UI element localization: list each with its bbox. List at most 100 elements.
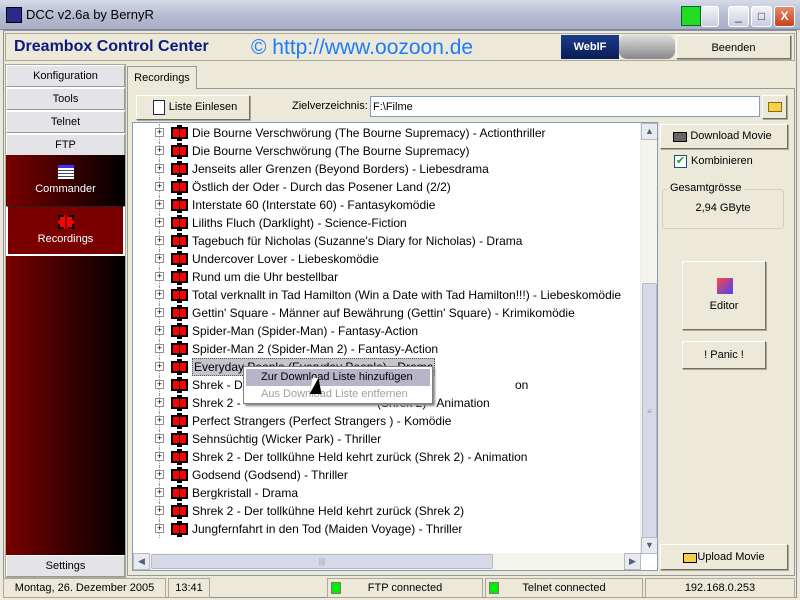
hand-icon	[673, 132, 687, 142]
sidebar-item-recordings[interactable]: Recordings	[6, 206, 125, 256]
sidebar-telnet[interactable]: Telnet	[6, 111, 125, 133]
list-item[interactable]: + Spider-Man 2 (Spider-Man 2) - Fantasy-A…	[133, 340, 641, 358]
upload-movie-button[interactable]: Upload Movie	[660, 544, 788, 570]
expand-icon[interactable]: +	[155, 434, 164, 443]
expand-icon[interactable]: +	[155, 398, 164, 407]
list-item[interactable]: + Jenseits aller Grenzen (Beyond Borders)…	[133, 160, 641, 178]
expand-icon[interactable]: +	[155, 182, 164, 191]
list-item[interactable]: + Östlich der Oder - Durch das Posener La…	[133, 178, 641, 196]
recording-title: Interstate 60 (Interstate 60) - Fantasyk…	[192, 198, 436, 212]
list-item[interactable]: + Perfect Strangers (Perfect Strangers ) …	[133, 412, 641, 430]
expand-icon[interactable]: +	[155, 506, 164, 515]
download-label: Download Movie	[690, 130, 772, 142]
recording-title: Shrek 2 - Der tollkühne Held kehrt zurüc…	[192, 504, 465, 518]
expand-icon[interactable]: +	[155, 290, 164, 299]
horizontal-scroll-thumb[interactable]: |||	[151, 554, 493, 569]
panic-button[interactable]: ! Panic !	[682, 341, 766, 369]
expand-icon[interactable]: +	[155, 380, 164, 389]
film-icon	[171, 467, 188, 483]
expand-icon[interactable]: +	[155, 200, 164, 209]
list-item[interactable]: + Tagebuch für Nicholas (Suzanne's Diary …	[133, 232, 641, 250]
expand-icon[interactable]: +	[155, 254, 164, 263]
list-item[interactable]: + Rund um die Uhr bestellbar	[133, 268, 641, 286]
recording-title: Shrek - D	[192, 378, 243, 392]
menu-item-add-to-download[interactable]: Zur Download Liste hinzufügen	[246, 369, 430, 386]
download-movie-button[interactable]: Download Movie	[660, 124, 788, 149]
expand-icon[interactable]: +	[155, 272, 164, 281]
expand-icon[interactable]: +	[155, 452, 164, 461]
combine-checkbox[interactable]: ✔	[674, 155, 687, 168]
app-icon	[6, 7, 22, 23]
list-item[interactable]: + Gettin' Square - Männer auf Bewährung (…	[133, 304, 641, 322]
scroll-up-button[interactable]: ▲	[641, 123, 657, 140]
list-item[interactable]: + Shrek 2 - Der tollkühne Held kehrt zurü…	[133, 502, 641, 520]
scroll-left-button[interactable]: ◀	[133, 553, 150, 570]
expand-icon[interactable]: +	[155, 236, 164, 245]
scroll-down-button[interactable]: ▼	[641, 537, 657, 554]
sidebar-ftp[interactable]: FTP	[6, 134, 125, 156]
expand-icon[interactable]: +	[155, 470, 164, 479]
recordings-tree[interactable]: + Die Bourne Verschwörung (The Bourne Sup…	[132, 122, 658, 571]
recording-title: Bergkristall - Drama	[192, 486, 299, 500]
expand-icon[interactable]: +	[155, 326, 164, 335]
expand-icon[interactable]: +	[155, 128, 164, 137]
sidebar-settings[interactable]: Settings	[6, 555, 125, 577]
editor-button[interactable]: Editor	[682, 261, 766, 330]
expand-icon[interactable]: +	[155, 146, 164, 155]
restore-icon[interactable]	[701, 6, 719, 27]
horizontal-scrollbar[interactable]: ◀ ||| ▶	[133, 553, 641, 570]
expand-icon[interactable]: +	[155, 218, 164, 227]
recording-title: Sehnsüchtig (Wicker Park) - Thriller	[192, 432, 382, 446]
tab-recordings[interactable]: Recordings	[127, 66, 197, 89]
status-ip: 192.168.0.253	[645, 578, 795, 598]
list-item[interactable]: + Spider-Man (Spider-Man) - Fantasy-Actio…	[133, 322, 641, 340]
list-item[interactable]: + Total verknallt in Tad Hamilton (Win a …	[133, 286, 641, 304]
context-menu: Zur Download Liste hinzufügen Aus Downlo…	[243, 366, 433, 404]
film-icon	[171, 395, 188, 411]
sidebar-item-commander[interactable]: Commander	[6, 157, 125, 207]
minimize-button[interactable]: _	[728, 6, 749, 27]
list-item[interactable]: + Die Bourne Verschwörung (The Bourne Sup…	[133, 142, 641, 160]
expand-icon[interactable]: +	[155, 488, 164, 497]
expand-icon[interactable]: +	[155, 308, 164, 317]
tray-icon[interactable]	[681, 6, 701, 26]
close-button[interactable]: X	[774, 6, 795, 27]
menu-item-remove-from-download[interactable]: Aus Download Liste entfernen	[246, 386, 430, 403]
recording-title: Perfect Strangers (Perfect Strangers ) -…	[192, 414, 452, 428]
sidebar-tools[interactable]: Tools	[6, 88, 125, 110]
vertical-scrollbar[interactable]: ▲ ≡ ▼	[640, 123, 657, 554]
expand-icon[interactable]: +	[155, 524, 164, 533]
list-item[interactable]: + Interstate 60 (Interstate 60) - Fantasy…	[133, 196, 641, 214]
list-item[interactable]: + Sehnsüchtig (Wicker Park) - Thriller	[133, 430, 641, 448]
remote-control-icon[interactable]	[619, 35, 675, 59]
list-item[interactable]: + Die Bourne Verschwörung (The Bourne Sup…	[133, 124, 641, 142]
ftp-status-led	[331, 582, 341, 594]
scroll-right-button[interactable]: ▶	[624, 553, 641, 570]
browse-folder-button[interactable]	[762, 95, 787, 119]
list-item[interactable]: + Liliths Fluch (Darklight) - Science-Fic…	[133, 214, 641, 232]
webif-button[interactable]: WebIF	[561, 35, 619, 59]
list-item[interactable]: + Shrek 2 - Der tollkühne Held kehrt zurü…	[133, 448, 641, 466]
expand-icon[interactable]: +	[155, 416, 164, 425]
sidebar-konfiguration[interactable]: Konfiguration	[6, 65, 125, 87]
telnet-status-text: Telnet connected	[522, 582, 606, 594]
website-link[interactable]: © http://www.oozoon.de	[251, 36, 473, 60]
list-item[interactable]: + Undercover Lover - Liebeskomödie	[133, 250, 641, 268]
maximize-button[interactable]: □	[751, 6, 772, 27]
grid-icon	[57, 165, 74, 179]
read-list-button[interactable]: Liste Einlesen	[136, 95, 250, 120]
target-dir-input[interactable]	[370, 96, 760, 117]
list-item[interactable]: + Bergkristall - Drama	[133, 484, 641, 502]
hand-icon	[683, 553, 697, 563]
exit-button[interactable]: Beenden	[676, 35, 791, 59]
expand-icon[interactable]: +	[155, 344, 164, 353]
recording-title: Godsend (Godsend) - Thriller	[192, 468, 348, 482]
list-item[interactable]: + Godsend (Godsend) - Thriller	[133, 466, 641, 484]
film-icon	[171, 485, 188, 501]
recording-title: Undercover Lover - Liebeskomödie	[192, 252, 379, 266]
recording-title: Rund um die Uhr bestellbar	[192, 270, 339, 284]
vertical-scroll-thumb[interactable]: ≡	[642, 283, 657, 539]
expand-icon[interactable]: +	[155, 362, 164, 371]
expand-icon[interactable]: +	[155, 164, 164, 173]
list-item[interactable]: + Jungfernfahrt in den Tod (Maiden Voyage…	[133, 520, 641, 538]
